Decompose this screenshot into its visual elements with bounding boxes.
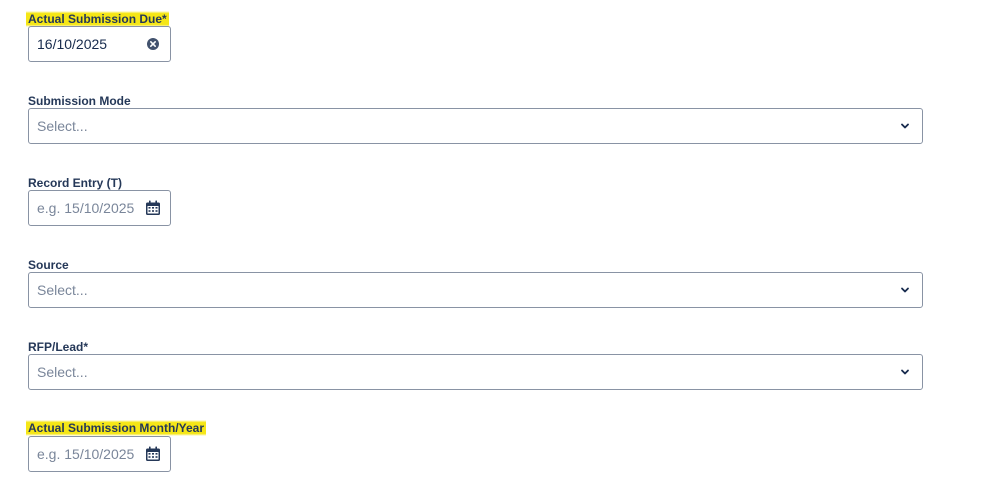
record-entry-placeholder: e.g. 15/10/2025 — [37, 200, 135, 216]
required-marker: * — [162, 12, 167, 26]
actual-submission-due-input[interactable]: 16/10/2025 — [28, 26, 171, 62]
submission-mode-label: Submission Mode — [28, 94, 131, 108]
rfp-lead-label: RFP/Lead* — [28, 340, 89, 354]
rfp-lead-placeholder: Select... — [37, 364, 88, 380]
calendar-icon[interactable] — [144, 445, 162, 463]
source-select[interactable]: Select... — [28, 272, 923, 308]
chevron-down-icon[interactable] — [896, 363, 914, 381]
actual-submission-month-year-placeholder: e.g. 15/10/2025 — [37, 446, 135, 462]
source-placeholder: Select... — [37, 282, 88, 298]
form-container: Actual Submission Due* 16/10/2025 Submis… — [0, 0, 999, 485]
actual-submission-due-label: Actual Submission Due* — [26, 11, 169, 27]
calendar-icon[interactable] — [144, 199, 162, 217]
rfp-lead-select[interactable]: Select... — [28, 354, 923, 390]
record-entry-label: Record Entry (T) — [28, 176, 123, 190]
chevron-down-icon[interactable] — [896, 117, 914, 135]
actual-submission-month-year-field: Actual Submission Month/Year — [26, 419, 207, 437]
record-entry-input[interactable]: e.g. 15/10/2025 — [28, 190, 171, 226]
actual-submission-month-year-input[interactable]: e.g. 15/10/2025 — [28, 436, 171, 472]
clear-circle-icon[interactable] — [144, 35, 162, 53]
actual-submission-due-value: 16/10/2025 — [37, 36, 108, 52]
chevron-down-icon[interactable] — [896, 281, 914, 299]
submission-mode-select[interactable]: Select... — [28, 108, 923, 144]
source-label: Source — [28, 258, 69, 272]
actual-submission-month-year-label: Actual Submission Month/Year — [26, 420, 207, 436]
submission-mode-placeholder: Select... — [37, 118, 88, 134]
